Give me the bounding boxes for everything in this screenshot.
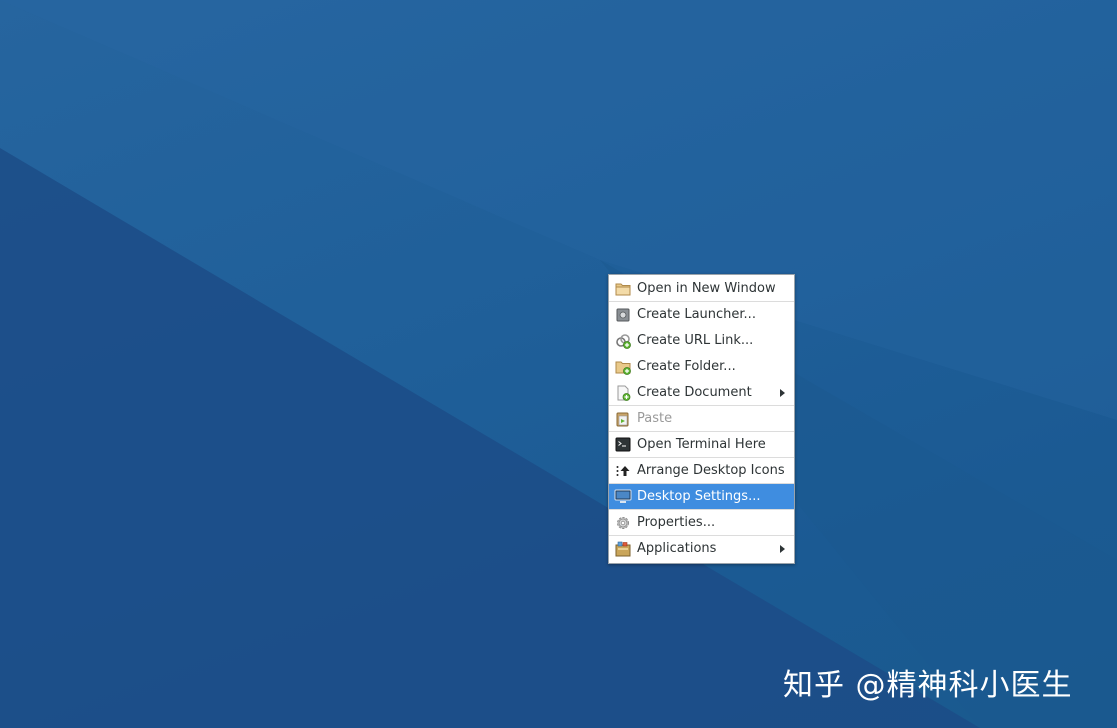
menu-item-arrange-desktop-icons[interactable]: Arrange Desktop Icons — [609, 458, 794, 484]
menu-item-open-in-new-window[interactable]: Open in New Window — [609, 276, 794, 302]
menu-item-create-launcher[interactable]: Create Launcher... — [609, 302, 794, 328]
menu-item-label: Create Folder... — [637, 359, 736, 374]
wallpaper-shapes — [0, 0, 1117, 728]
menu-item-properties[interactable]: Properties... — [609, 510, 794, 536]
folder-icon — [614, 281, 632, 297]
url-link-icon — [614, 333, 632, 349]
menu-item-applications[interactable]: Applications — [609, 536, 794, 562]
launcher-icon — [614, 307, 632, 323]
terminal-icon — [614, 437, 632, 453]
gear-icon — [614, 515, 632, 531]
menu-item-label: Desktop Settings... — [637, 489, 761, 504]
desktop-context-menu: Open in New Window Create Launcher... Cr… — [608, 274, 795, 564]
menu-item-label: Paste — [637, 411, 673, 426]
menu-item-label: Open in New Window — [637, 281, 776, 296]
desktop-background[interactable] — [0, 0, 1117, 728]
monitor-icon — [614, 489, 632, 505]
menu-item-label: Create Document — [637, 385, 752, 400]
new-folder-icon — [614, 359, 632, 375]
menu-item-desktop-settings[interactable]: Desktop Settings... — [609, 484, 794, 510]
menu-item-label: Properties... — [637, 515, 716, 530]
menu-item-label: Create URL Link... — [637, 333, 754, 348]
menu-item-paste[interactable]: Paste — [609, 406, 794, 432]
menu-item-open-terminal-here[interactable]: Open Terminal Here — [609, 432, 794, 458]
menu-item-create-document[interactable]: Create Document — [609, 380, 794, 406]
applications-icon — [614, 541, 632, 557]
menu-item-label: Create Launcher... — [637, 307, 756, 322]
submenu-arrow-icon — [780, 388, 785, 397]
menu-item-create-url-link[interactable]: Create URL Link... — [609, 328, 794, 354]
submenu-arrow-icon — [780, 544, 785, 553]
new-document-icon — [614, 385, 632, 401]
paste-icon — [614, 411, 632, 427]
menu-item-label: Applications — [637, 541, 717, 556]
watermark-text: 知乎 @精神科小医生 — [783, 668, 1073, 703]
menu-item-create-folder[interactable]: Create Folder... — [609, 354, 794, 380]
arrange-icon — [614, 463, 632, 479]
menu-item-label: Open Terminal Here — [637, 437, 766, 452]
menu-item-label: Arrange Desktop Icons — [637, 463, 785, 478]
